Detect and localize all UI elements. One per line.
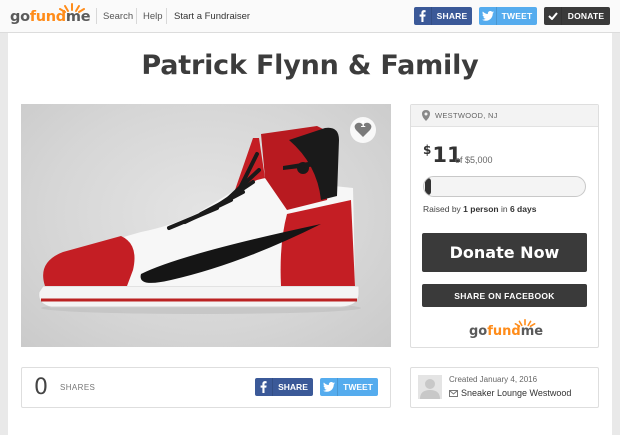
header-facebook-share-button[interactable]: SHARE [414, 7, 472, 25]
header-tweet-button[interactable]: TWEET [479, 7, 537, 25]
campaign-image[interactable] [21, 104, 391, 347]
nav-start-fundraiser-link[interactable]: Start a Fundraiser [174, 11, 250, 22]
nav-divider [136, 8, 137, 24]
created-date: Created January 4, 2016 [449, 375, 538, 384]
nav-divider [96, 8, 97, 24]
user-silhouette-icon [420, 379, 440, 399]
raised-middle: in [498, 204, 510, 214]
header-donate-label: DONATE [567, 11, 605, 21]
days-running: 6 days [509, 204, 537, 214]
nav-help-link[interactable]: Help [143, 11, 163, 22]
currency-symbol: $ [423, 143, 432, 157]
campaign-title: Patrick Flynn & Family [141, 50, 479, 81]
share-on-facebook-button[interactable]: SHARE ON FACEBOOK [422, 284, 587, 307]
progress-bar [423, 176, 586, 197]
nav-divider [166, 8, 167, 24]
progress-bar-fill [425, 178, 431, 195]
facebook-icon [414, 7, 432, 25]
raised-prefix: Raised by [423, 204, 464, 214]
gofundme-footer-logo[interactable]: gofundme [469, 319, 549, 343]
like-count: 1 [360, 119, 366, 129]
donor-count: 1 person [463, 204, 499, 214]
header-tweet-label: TWEET [501, 11, 533, 21]
share-count-bar: 0 SHARES SHARE TWEET [21, 367, 391, 408]
tweet-button[interactable]: TWEET [320, 378, 378, 396]
top-navigation-bar: gofundme Search Help Start a Fundraiser … [0, 0, 620, 33]
goal-amount: of $5,000 [455, 155, 493, 165]
share-count: 0 [34, 375, 48, 400]
header-donate-button[interactable]: DONATE [544, 7, 610, 25]
twitter-bird-icon [320, 378, 338, 396]
logo-sun-icon [514, 319, 536, 327]
donation-panel: WESTWOOD, NJ $11 of $5,000 Raised by 1 p… [410, 104, 599, 348]
logo-go: go [10, 9, 30, 25]
facebook-share-button[interactable]: SHARE [255, 378, 313, 396]
map-pin-icon [422, 110, 430, 121]
nav-search-link[interactable]: Search [103, 11, 133, 22]
donate-now-button[interactable]: Donate Now [422, 233, 587, 272]
facebook-icon [255, 378, 273, 396]
facebook-share-label: SHARE [278, 382, 308, 392]
logo-sun-icon [59, 3, 85, 13]
organizer-name[interactable]: Sneaker Lounge Westwood [461, 388, 571, 398]
logo-go: go [469, 324, 488, 339]
share-count-label: SHARES [60, 383, 96, 392]
organizer-avatar[interactable] [418, 375, 442, 399]
sneaker-illustration [38, 126, 361, 314]
tweet-label: TWEET [343, 382, 373, 392]
twitter-bird-icon [479, 7, 497, 25]
checkmark-icon [544, 7, 562, 25]
organizer-box: Created January 4, 2016 Sneaker Lounge W… [410, 367, 599, 408]
envelope-icon[interactable] [449, 390, 458, 397]
like-heart-button[interactable]: 1 [350, 117, 376, 143]
raised-summary: Raised by 1 person in 6 days [423, 204, 536, 214]
location-header: WESTWOOD, NJ [411, 105, 598, 127]
campaign-location: WESTWOOD, NJ [435, 111, 498, 120]
header-facebook-share-label: SHARE [436, 11, 468, 21]
